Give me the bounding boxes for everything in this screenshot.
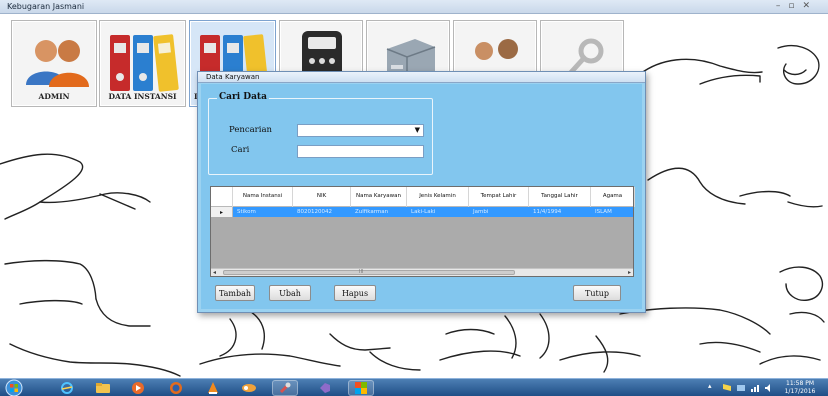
taskbar-ie-icon[interactable] — [54, 380, 80, 396]
dropdown-arrow-icon[interactable]: ▼ — [415, 126, 420, 134]
flag-icon[interactable] — [722, 383, 732, 393]
start-button[interactable] — [4, 379, 24, 396]
app-title: Kebugaran Jasmani — [7, 2, 85, 11]
cell-jenis-kelamin: Laki-Laki — [411, 209, 436, 215]
cari-label: Cari — [231, 145, 250, 155]
column-header-agama[interactable]: Agama — [591, 187, 635, 207]
tile-admin[interactable]: ADMIN — [11, 20, 97, 107]
cell-nama-karyawan: Zulfikarman — [355, 209, 389, 215]
scroll-left-icon[interactable]: ◂ — [213, 269, 216, 276]
grid-header: Nama Instansi NIK Nama Karyawan Jenis Ke… — [211, 187, 635, 207]
taskbar-app-icon[interactable] — [236, 380, 262, 396]
hapus-button[interactable]: Hapus — [334, 285, 376, 301]
cell-nama-instansi: Stikom — [237, 209, 256, 215]
clock-date: 1/17/2016 — [784, 388, 816, 395]
taskbar: ▴ 11:58 PM 1/17/2016 — [0, 378, 828, 396]
tile-data-instansi[interactable]: DATA INSTANSI — [99, 20, 186, 107]
tambah-button[interactable]: Tambah — [215, 285, 255, 301]
table-row[interactable]: Stikom 8020120042 Zulfikarman Laki-Laki … — [211, 207, 633, 217]
app-title-bar: Kebugaran Jasmani –▫✕ — [0, 0, 828, 14]
data-karyawan-dialog: Data Karyawan Cari Data Pencarian ▼ Cari… — [197, 71, 646, 313]
pencarian-label: Pencarian — [229, 125, 272, 135]
cell-agama: ISLAM — [595, 209, 612, 215]
taskbar-running-app-icon[interactable] — [348, 380, 374, 396]
search-group-legend: Cari Data — [217, 92, 269, 102]
scroll-thumb-grip: III — [359, 269, 364, 275]
ubah-button[interactable]: Ubah — [269, 285, 311, 301]
karyawan-grid[interactable]: Nama Instansi NIK Nama Karyawan Jenis Ke… — [210, 186, 635, 277]
horizontal-scrollbar[interactable]: ◂ III ▸ — [211, 268, 633, 276]
column-header-nama-instansi[interactable]: Nama Instansi — [233, 187, 293, 207]
scroll-right-icon[interactable]: ▸ — [628, 269, 631, 276]
clock-time: 11:58 PM — [786, 380, 814, 387]
network-icon[interactable] — [736, 383, 746, 393]
pencarian-dropdown[interactable]: ▼ — [297, 124, 424, 137]
scroll-thumb[interactable]: III — [223, 269, 515, 275]
signal-icon[interactable] — [750, 383, 760, 393]
taskbar-vlc-icon[interactable] — [200, 380, 226, 396]
taskbar-vs-icon[interactable] — [312, 380, 338, 396]
system-tray: ▴ 11:58 PM 1/17/2016 — [700, 379, 824, 396]
column-header-nama-karyawan[interactable]: Nama Karyawan — [351, 187, 407, 207]
row-header-corner — [211, 187, 233, 207]
tray-expand-icon[interactable]: ▴ — [708, 382, 712, 390]
dialog-title: Data Karyawan — [206, 73, 260, 81]
clock[interactable]: 11:58 PM 1/17/2016 — [780, 380, 820, 396]
column-header-jenis-kelamin[interactable]: Jenis Kelamin — [407, 187, 469, 207]
cell-tanggal-lahir: 11/4/1994 — [533, 209, 562, 215]
volume-icon[interactable] — [764, 383, 774, 393]
search-group: Cari Data Pencarian ▼ Cari — [208, 92, 433, 175]
window-controls[interactable]: –▫✕ — [776, 1, 818, 11]
tile-label: DATA INSTANSI — [108, 92, 177, 101]
column-header-tempat-lahir[interactable]: Tempat Lahir — [469, 187, 529, 207]
dialog-title-bar[interactable]: Data Karyawan — [198, 72, 645, 83]
column-header-tanggal-lahir[interactable]: Tanggal Lahir — [529, 187, 591, 207]
dialog-body: Cari Data Pencarian ▼ Cari Nama Instansi… — [201, 84, 642, 309]
taskbar-explorer-icon[interactable] — [90, 380, 116, 396]
cell-nik: 8020120042 — [297, 209, 332, 215]
taskbar-tool-icon[interactable] — [272, 380, 298, 396]
row-selector-icon[interactable]: ▸ — [211, 207, 233, 217]
tutup-button[interactable]: Tutup — [573, 285, 621, 301]
cell-tempat-lahir: Jambi — [473, 209, 489, 215]
tile-label: ADMIN — [38, 92, 70, 101]
column-header-nik[interactable]: NIK — [293, 187, 351, 207]
cari-input[interactable] — [297, 145, 424, 158]
taskbar-media-icon[interactable] — [125, 380, 151, 396]
taskbar-firefox-icon[interactable] — [163, 380, 189, 396]
